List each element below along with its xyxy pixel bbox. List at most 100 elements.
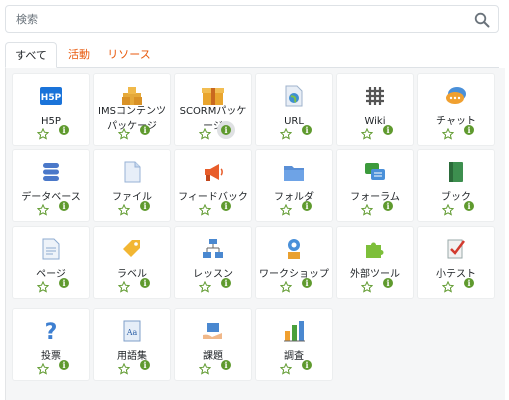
info-icon[interactable]: i — [302, 278, 312, 288]
module-name-line: 小テスト — [436, 269, 476, 280]
module-name: フォーラム — [337, 190, 413, 205]
info-icon[interactable]: i — [464, 278, 474, 288]
tab-activities[interactable]: 活動 — [59, 42, 99, 68]
star-icon[interactable] — [117, 278, 131, 293]
module-card[interactable]: ラベル i — [94, 227, 170, 298]
module-name-line: フォルダ — [274, 192, 314, 203]
module-card[interactable]: 外部ツール i — [337, 227, 413, 298]
star-icon[interactable] — [198, 201, 212, 216]
info-icon[interactable]: i — [302, 125, 312, 135]
info-icon[interactable]: i — [59, 201, 69, 211]
module-name: SCORMパッケ ージ — [175, 104, 251, 134]
module-card[interactable]: 調査 i — [256, 309, 332, 380]
file-icon — [120, 160, 144, 184]
module-card[interactable]: ブック i — [418, 150, 494, 221]
database-icon — [39, 160, 63, 184]
module-name-line: フォーラム — [350, 192, 400, 203]
info-icon[interactable]: i — [59, 278, 69, 288]
info-icon[interactable]: i — [140, 278, 150, 288]
module-card[interactable]: ページ i — [13, 227, 89, 298]
module-card[interactable]: H5P H5P i — [13, 74, 89, 145]
book-icon — [444, 160, 468, 184]
folder-icon — [282, 160, 306, 184]
module-name-line: URL — [284, 116, 304, 127]
star-icon[interactable] — [198, 360, 212, 375]
forum-icon — [363, 160, 387, 184]
module-name: ワークショップ — [256, 267, 332, 282]
survey-chart-icon — [282, 319, 306, 343]
module-card[interactable]: ファイル i — [94, 150, 170, 221]
module-name-line: 課題 — [203, 351, 223, 362]
info-icon[interactable]: i — [59, 360, 69, 370]
module-name: 外部ツール — [337, 267, 413, 282]
info-icon[interactable]: i — [140, 360, 150, 370]
star-icon[interactable] — [360, 201, 374, 216]
module-card[interactable]: 小テスト i — [418, 227, 494, 298]
tab-resources[interactable]: リソース — [101, 42, 157, 68]
module-card[interactable]: フィードバック i — [175, 150, 251, 221]
module-name-line: レッスン — [193, 269, 233, 280]
star-icon[interactable] — [117, 125, 131, 140]
module-card[interactable]: フォーラム i — [337, 150, 413, 221]
module-card[interactable]: チャット i — [418, 74, 494, 145]
info-icon[interactable]: i — [221, 278, 231, 288]
star-icon[interactable] — [36, 201, 50, 216]
module-name: 小テスト — [418, 267, 494, 282]
star-icon[interactable] — [279, 125, 293, 140]
info-icon[interactable]: i — [59, 125, 69, 135]
info-icon[interactable]: i — [140, 201, 150, 211]
assignment-icon — [201, 319, 225, 343]
star-icon[interactable] — [117, 201, 131, 216]
svg-text:?: ? — [45, 320, 58, 343]
star-icon[interactable] — [198, 278, 212, 293]
search-icon[interactable] — [474, 12, 490, 28]
module-card[interactable]: Aa 用語集 i — [94, 309, 170, 380]
info-icon[interactable]: i — [140, 125, 150, 135]
chat-icon — [444, 84, 468, 108]
star-icon[interactable] — [360, 278, 374, 293]
module-name-line: Wiki — [364, 116, 386, 127]
star-icon[interactable] — [360, 125, 374, 140]
star-icon[interactable] — [36, 360, 50, 375]
svg-text:Aa: Aa — [126, 328, 138, 337]
module-card[interactable]: フォルダ i — [256, 150, 332, 221]
star-icon[interactable] — [279, 201, 293, 216]
star-icon[interactable] — [441, 201, 455, 216]
module-card[interactable]: ? 投票 i — [13, 309, 89, 380]
info-icon[interactable]: i — [302, 201, 312, 211]
search-box — [5, 5, 499, 33]
info-icon[interactable]: i — [221, 360, 231, 370]
module-grid: H5P H5P i IMSコンテンツ パッケージ i SCORMパッケ ージ i URL i Wiki… — [5, 68, 505, 400]
info-icon[interactable]: i — [383, 125, 393, 135]
module-name-line: ラベル — [117, 269, 147, 280]
star-icon[interactable] — [279, 278, 293, 293]
tab-all[interactable]: すべて — [5, 42, 57, 68]
module-card[interactable]: URL i — [256, 74, 332, 145]
module-name: H5P — [13, 114, 89, 129]
info-icon[interactable]: i — [464, 125, 474, 135]
module-card[interactable]: IMSコンテンツ パッケージ i — [94, 74, 170, 145]
star-icon[interactable] — [36, 125, 50, 140]
info-icon[interactable]: i — [383, 278, 393, 288]
info-icon[interactable]: i — [221, 125, 231, 135]
module-name-line: IMSコンテンツ — [98, 106, 166, 117]
info-icon[interactable]: i — [383, 201, 393, 211]
module-name: IMSコンテンツ パッケージ — [94, 104, 170, 134]
info-icon[interactable]: i — [302, 360, 312, 370]
star-icon[interactable] — [441, 278, 455, 293]
search-input[interactable] — [6, 6, 498, 32]
module-card[interactable]: ワークショップ i — [256, 227, 332, 298]
star-icon[interactable] — [279, 360, 293, 375]
star-icon[interactable] — [36, 278, 50, 293]
star-icon[interactable] — [117, 360, 131, 375]
info-icon[interactable]: i — [464, 201, 474, 211]
star-icon[interactable] — [441, 125, 455, 140]
info-icon[interactable]: i — [221, 201, 231, 211]
module-card[interactable]: SCORMパッケ ージ i — [175, 74, 251, 145]
module-card[interactable]: 課題 i — [175, 309, 251, 380]
star-icon[interactable] — [198, 125, 212, 140]
svg-text:H5P: H5P — [41, 93, 62, 103]
module-card[interactable]: レッスン i — [175, 227, 251, 298]
module-card[interactable]: データベース i — [13, 150, 89, 221]
module-card[interactable]: Wiki i — [337, 74, 413, 145]
